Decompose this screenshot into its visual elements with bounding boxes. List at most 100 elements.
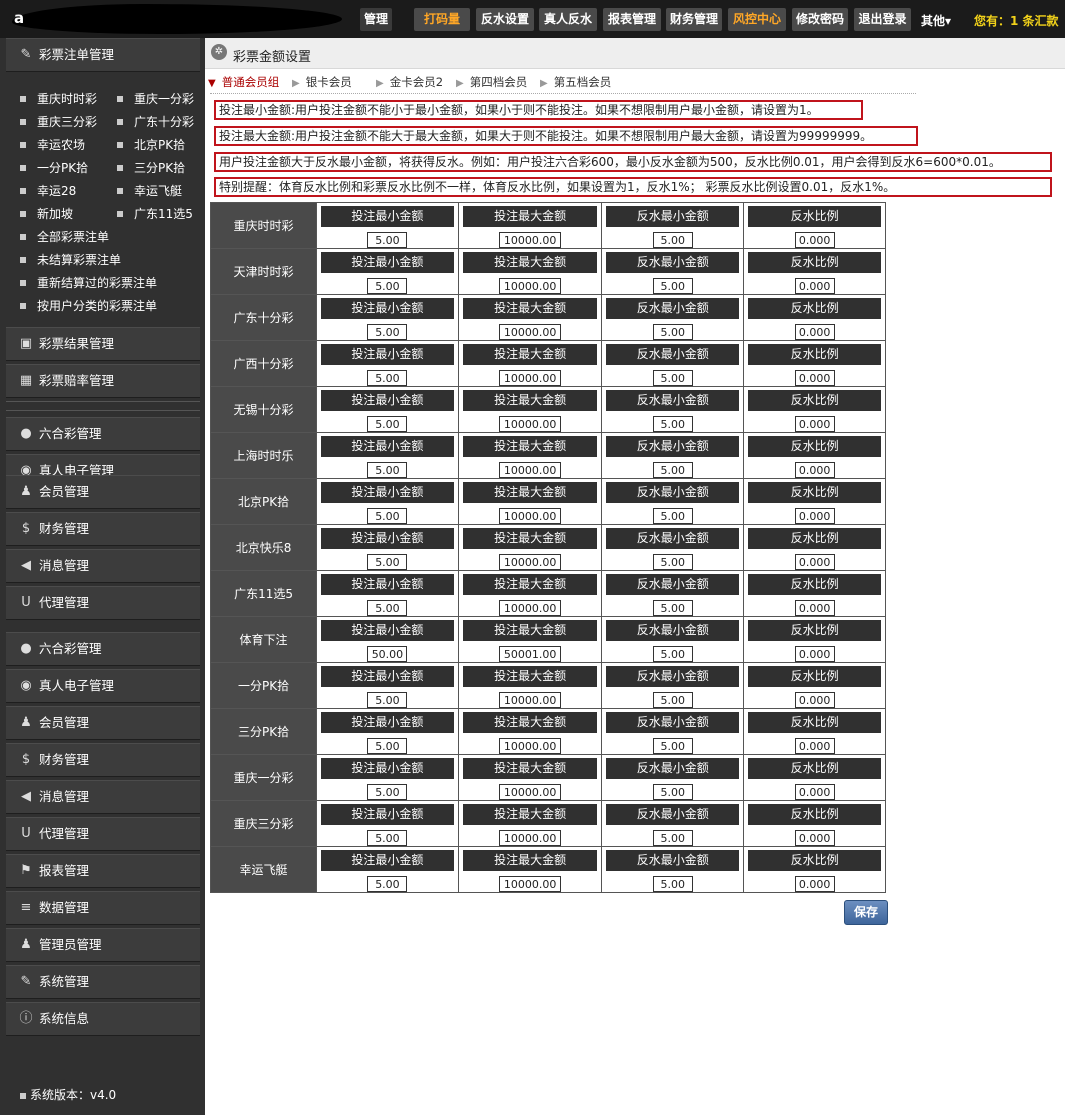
min-bet-input[interactable] (367, 370, 408, 386)
sidebar-menu-item[interactable]: $ 财务管理 (6, 512, 200, 546)
top-partial-button[interactable]: 管理 (360, 8, 393, 31)
rebate-min-input[interactable] (652, 278, 693, 294)
max-bet-input[interactable] (499, 416, 562, 432)
rebate-ratio-input[interactable] (794, 692, 835, 708)
rebate-ratio-input[interactable] (794, 370, 835, 386)
rebate-ratio-input[interactable] (794, 600, 835, 616)
rebate-ratio-input[interactable] (794, 232, 835, 248)
max-bet-input[interactable] (499, 508, 562, 524)
top-button-5[interactable]: 风控中心 (728, 8, 786, 31)
sidebar-menu-item[interactable]: ● 六合彩管理 (6, 632, 200, 666)
rebate-ratio-input[interactable] (794, 278, 835, 294)
sidebar-lottery-item[interactable]: 广东十分彩 (117, 113, 194, 130)
tab-member-group[interactable]: ▼ 普通会员组 (208, 74, 279, 90)
sidebar-lottery-item[interactable]: 重庆时时彩 (20, 90, 97, 107)
top-button-0[interactable]: 打码量 (414, 8, 470, 31)
rebate-min-input[interactable] (652, 232, 693, 248)
sidebar-lottery-item[interactable]: 一分PK拾 (20, 159, 88, 176)
sidebar-menu-item[interactable]: ✎ 系统管理 (6, 965, 200, 999)
sidebar-bet-list-item[interactable]: 未结算彩票注单 (20, 251, 121, 268)
sidebar-bet-list-item[interactable]: 重新结算过的彩票注单 (20, 274, 157, 291)
top-button-2[interactable]: 真人反水 (539, 8, 597, 31)
top-button-3[interactable]: 报表管理 (603, 8, 661, 31)
min-bet-input[interactable] (367, 600, 408, 616)
sidebar-menu-item[interactable]: ⚑ 报表管理 (6, 854, 200, 888)
rebate-ratio-input[interactable] (794, 462, 835, 478)
rebate-min-input[interactable] (652, 738, 693, 754)
tab-member-group[interactable]: ▶ 第四档会员 (456, 74, 527, 90)
rebate-min-input[interactable] (652, 462, 693, 478)
rebate-ratio-input[interactable] (794, 830, 835, 846)
min-bet-input[interactable] (367, 646, 408, 662)
sidebar-lottery-item[interactable]: 重庆三分彩 (20, 113, 97, 130)
remittance-status[interactable]: 您有：1 条汇款 (974, 12, 1059, 29)
sidebar-menu-item[interactable]: ≡ 数据管理 (6, 891, 200, 925)
rebate-min-input[interactable] (652, 370, 693, 386)
sidebar-lottery-item[interactable]: 广东11选5 (117, 205, 193, 222)
rebate-ratio-input[interactable] (794, 508, 835, 524)
rebate-min-input[interactable] (652, 600, 693, 616)
top-button-7[interactable]: 退出登录 (854, 8, 911, 31)
tab-member-group[interactable]: ▶ 银卡会员 (292, 74, 352, 90)
sidebar-menu-item[interactable]: U 代理管理 (6, 586, 200, 620)
sidebar-menu-item[interactable]: ◀ 消息管理 (6, 549, 200, 583)
sidebar-menu-item[interactable]: ◀ 消息管理 (6, 780, 200, 814)
rebate-min-input[interactable] (652, 324, 693, 340)
max-bet-input[interactable] (499, 232, 562, 248)
sidebar-menu-item[interactable]: ● 六合彩管理 (6, 417, 200, 451)
rebate-min-input[interactable] (652, 508, 693, 524)
sidebar-menu-item[interactable]: ♟ 会员管理 (6, 706, 200, 740)
sidebar-bet-list-item[interactable]: 按用户分类的彩票注单 (20, 297, 157, 314)
min-bet-input[interactable] (367, 232, 408, 248)
max-bet-input[interactable] (499, 784, 562, 800)
sidebar-lottery-item[interactable]: 三分PK拾 (117, 159, 185, 176)
max-bet-input[interactable] (499, 278, 562, 294)
sidebar-menu-item[interactable]: ▣ 彩票结果管理 (6, 327, 200, 361)
top-other-menu[interactable]: 其他▾ (921, 12, 951, 29)
max-bet-input[interactable] (499, 554, 562, 570)
tab-member-group[interactable]: ▶ 第五档会员 (540, 74, 611, 90)
min-bet-input[interactable] (367, 416, 408, 432)
sidebar-lottery-item[interactable]: 新加坡 (20, 205, 73, 222)
min-bet-input[interactable] (367, 462, 408, 478)
max-bet-input[interactable] (499, 646, 562, 662)
max-bet-input[interactable] (499, 876, 562, 892)
min-bet-input[interactable] (367, 278, 408, 294)
min-bet-input[interactable] (367, 784, 408, 800)
max-bet-input[interactable] (499, 600, 562, 616)
top-button-6[interactable]: 修改密码 (792, 8, 848, 31)
rebate-ratio-input[interactable] (794, 554, 835, 570)
rebate-min-input[interactable] (652, 692, 693, 708)
sidebar-lottery-item[interactable]: 幸运28 (20, 182, 76, 199)
sidebar-bet-list-item[interactable]: 全部彩票注单 (20, 228, 109, 245)
max-bet-input[interactable] (499, 370, 562, 386)
min-bet-input[interactable] (367, 830, 408, 846)
min-bet-input[interactable] (367, 876, 408, 892)
save-button[interactable]: 保存 (844, 900, 888, 925)
top-button-4[interactable]: 财务管理 (666, 8, 722, 31)
rebate-min-input[interactable] (652, 416, 693, 432)
max-bet-input[interactable] (499, 324, 562, 340)
rebate-ratio-input[interactable] (794, 876, 835, 892)
rebate-ratio-input[interactable] (794, 784, 835, 800)
sidebar-lottery-item[interactable]: 幸运农场 (20, 136, 85, 153)
min-bet-input[interactable] (367, 692, 408, 708)
min-bet-input[interactable] (367, 554, 408, 570)
min-bet-input[interactable] (367, 738, 408, 754)
tab-member-group[interactable]: ▶ 金卡会员2 (376, 74, 443, 90)
sidebar-menu-item[interactable]: U 代理管理 (6, 817, 200, 851)
rebate-ratio-input[interactable] (794, 416, 835, 432)
rebate-min-input[interactable] (652, 830, 693, 846)
max-bet-input[interactable] (499, 462, 562, 478)
max-bet-input[interactable] (499, 738, 562, 754)
rebate-min-input[interactable] (652, 554, 693, 570)
sidebar-lottery-bet-management[interactable]: ✎ 彩票注单管理 (6, 38, 200, 72)
sidebar-menu-item[interactable]: ⓘ 系统信息 (6, 1002, 200, 1036)
sidebar-menu-item[interactable]: ◉ 真人电子管理 (6, 669, 200, 703)
top-button-1[interactable]: 反水设置 (476, 8, 534, 31)
rebate-min-input[interactable] (652, 784, 693, 800)
sidebar-menu-item[interactable]: $ 财务管理 (6, 743, 200, 777)
rebate-ratio-input[interactable] (794, 738, 835, 754)
sidebar-lottery-item[interactable]: 重庆一分彩 (117, 90, 194, 107)
sidebar-menu-item[interactable]: ♟ 会员管理 (6, 475, 200, 509)
